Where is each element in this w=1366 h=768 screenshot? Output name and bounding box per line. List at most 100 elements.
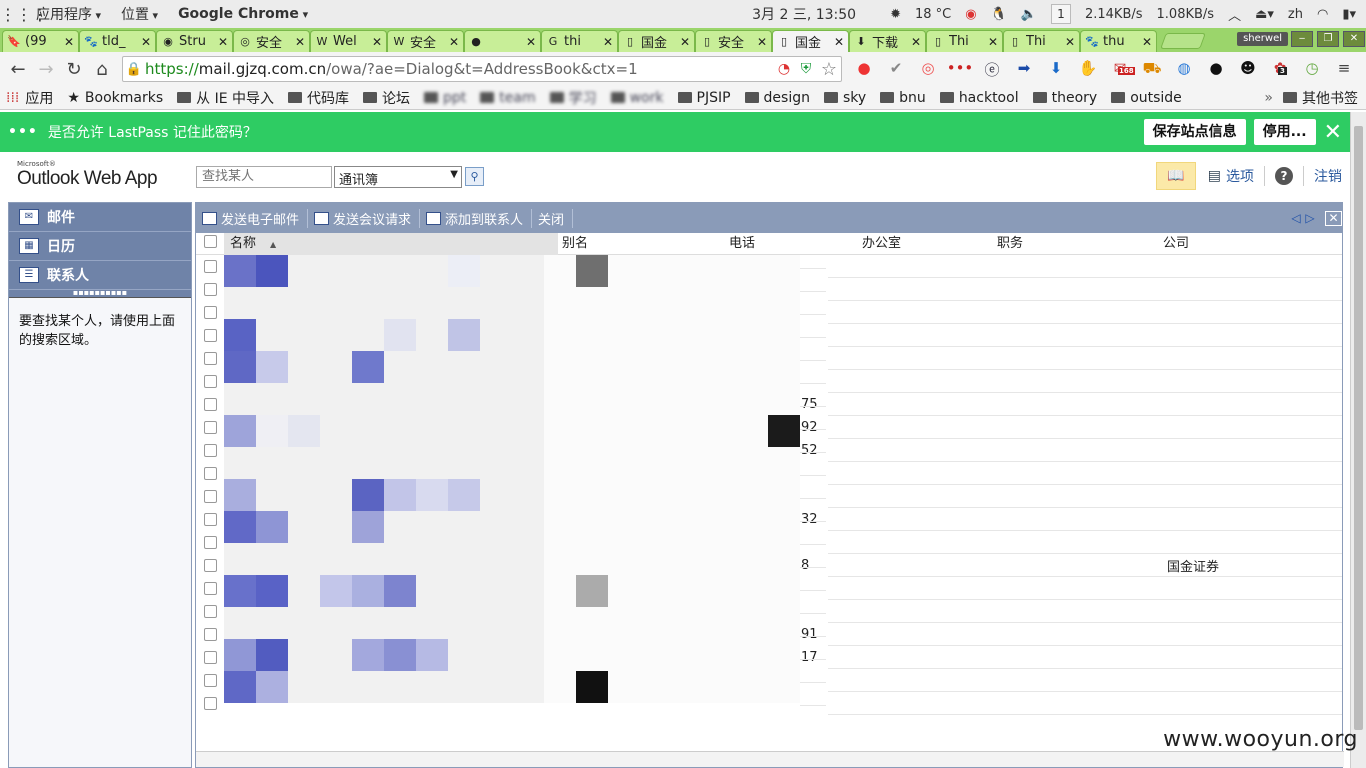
table-row[interactable]: 92 — [196, 416, 1342, 439]
history-icon[interactable]: ◔ — [773, 61, 795, 77]
search-ext-icon[interactable]: ◎ — [912, 59, 944, 80]
checkbox[interactable] — [204, 306, 217, 319]
checkbox[interactable] — [204, 375, 217, 388]
next-page-icon[interactable]: ▷ — [1303, 211, 1317, 225]
spy-icon[interactable]: ● — [1200, 59, 1232, 80]
close-button[interactable]: 关闭 — [538, 208, 574, 228]
send-email-button[interactable]: 发送电子邮件 — [202, 208, 309, 228]
restore-icon[interactable]: ❐ — [1317, 31, 1339, 47]
nav-item-calendar[interactable]: ▦ 日历 — [9, 232, 191, 261]
hand-icon[interactable]: ✋ — [1072, 59, 1104, 80]
checkbox[interactable] — [204, 582, 217, 595]
address-book-icon[interactable]: 📖 — [1155, 162, 1196, 190]
row-select[interactable] — [196, 559, 224, 572]
row-select[interactable] — [196, 536, 224, 549]
row-select[interactable] — [196, 283, 224, 296]
bookmark-item[interactable]: 论坛 — [363, 88, 410, 108]
row-select[interactable] — [196, 375, 224, 388]
close-tab-icon[interactable]: ✕ — [1065, 35, 1075, 49]
chevron-up-icon[interactable]: ︿ — [1228, 5, 1241, 24]
new-tab-button[interactable] — [1160, 33, 1206, 49]
checkbox[interactable] — [204, 605, 217, 618]
timer-icon[interactable]: ◷ — [1296, 59, 1328, 80]
bookmarks-overflow[interactable]: » — [1264, 90, 1273, 106]
bookmark-item[interactable]: theory — [1032, 90, 1097, 106]
row-select[interactable] — [196, 467, 224, 480]
back-icon[interactable]: ← — [4, 59, 32, 80]
table-row[interactable] — [196, 370, 1342, 393]
row-select[interactable] — [196, 260, 224, 273]
home-icon[interactable]: ⌂ — [88, 59, 116, 80]
row-select[interactable] — [196, 628, 224, 641]
address-bar[interactable]: 🔒 https:// mail.gjzq.com.cn /owa/?ae=Dia… — [122, 56, 842, 82]
help-icon[interactable]: ? — [1275, 167, 1293, 185]
table-row[interactable]: 17 — [196, 646, 1342, 669]
bookmark-item[interactable]: team — [480, 90, 536, 106]
bookmark-item[interactable]: sky — [823, 90, 866, 106]
input-language[interactable]: zh — [1288, 7, 1303, 22]
tab[interactable]: W Wel ✕ — [310, 30, 387, 52]
places-menu[interactable]: 位置 — [121, 4, 158, 24]
tab[interactable]: Gthi ✕ — [541, 30, 618, 52]
table-row[interactable]: 8 国金证券 — [196, 554, 1342, 577]
column-alias[interactable]: 别名 — [558, 233, 729, 255]
checkbox[interactable] — [204, 536, 217, 549]
checkbox[interactable] — [204, 490, 217, 503]
close-tab-icon[interactable]: ✕ — [141, 35, 151, 49]
checkbox[interactable] — [204, 235, 217, 248]
table-row[interactable]: 75 — [196, 393, 1342, 416]
tab[interactable]: ▯ 安全 ✕ — [695, 30, 772, 52]
disable-button[interactable]: 停用... — [1253, 119, 1316, 145]
table-row[interactable] — [196, 600, 1342, 623]
column-office[interactable]: 办公室 — [862, 233, 997, 255]
bookmark-item[interactable]: 从 IE 中导入 — [177, 88, 274, 108]
bookmark-item[interactable]: ppt — [424, 90, 466, 106]
row-select[interactable] — [196, 444, 224, 457]
checkbox[interactable] — [204, 421, 217, 434]
close-tab-icon[interactable]: ✕ — [757, 35, 767, 49]
bookmark-item[interactable]: 代码库 — [288, 88, 349, 108]
grid-icon[interactable]: ⋮⋮⋮ — [0, 5, 48, 24]
globe-ext-icon[interactable]: ◍ — [1168, 59, 1200, 80]
bookmark-item[interactable]: hacktool — [939, 90, 1019, 106]
row-select[interactable] — [196, 513, 224, 526]
close-tab-icon[interactable]: ✕ — [834, 35, 844, 49]
checkbox[interactable] — [204, 283, 217, 296]
close-tab-icon[interactable]: ✕ — [911, 35, 921, 49]
table-row[interactable]: 52 — [196, 439, 1342, 462]
prev-page-icon[interactable]: ◁ — [1289, 211, 1303, 225]
row-select[interactable] — [196, 605, 224, 618]
row-select[interactable] — [196, 651, 224, 664]
volume-icon[interactable]: 🔈 — [1021, 7, 1037, 22]
search-button[interactable]: ⚲ — [465, 167, 484, 186]
send-meeting-button[interactable]: 发送会议请求 — [314, 208, 421, 228]
tab[interactable]: ▯ 国金 ✕ — [618, 30, 695, 52]
resize-grip[interactable]: ▪▪▪▪▪▪▪▪▪▪ — [9, 289, 191, 298]
table-row[interactable] — [196, 669, 1342, 692]
close-window-icon[interactable]: ✕ — [1343, 31, 1365, 47]
mail-ext-icon[interactable]: ✉168 — [1104, 59, 1136, 80]
arrow-ext-icon[interactable]: ➡ — [1008, 59, 1040, 80]
e-icon[interactable]: ⓔ — [976, 59, 1008, 80]
applications-menu[interactable]: 应用程序 — [36, 4, 101, 24]
forward-icon[interactable]: → — [32, 59, 60, 80]
close-tab-icon[interactable]: ✕ — [1142, 35, 1152, 49]
table-row[interactable] — [196, 324, 1342, 347]
row-select[interactable] — [196, 398, 224, 411]
column-title[interactable]: 职务 — [997, 233, 1163, 255]
page-scrollbar[interactable] — [1350, 112, 1366, 768]
search-field[interactable] — [202, 169, 326, 184]
profile-name[interactable]: sherwel — [1237, 32, 1288, 46]
mask-icon[interactable]: ☻ — [1232, 59, 1264, 80]
checkbox[interactable] — [204, 628, 217, 641]
table-row[interactable] — [196, 692, 1342, 715]
row-select[interactable] — [196, 306, 224, 319]
row-select[interactable] — [196, 329, 224, 342]
close-tab-icon[interactable]: ✕ — [64, 35, 74, 49]
column-company[interactable]: 公司 — [1163, 233, 1189, 255]
close-tab-icon[interactable]: ✕ — [680, 35, 690, 49]
close-tab-icon[interactable]: ✕ — [295, 35, 305, 49]
active-app-menu[interactable]: Google Chrome — [178, 6, 308, 22]
table-row[interactable] — [196, 301, 1342, 324]
eject-icon[interactable]: ⏏▾ — [1255, 7, 1274, 22]
